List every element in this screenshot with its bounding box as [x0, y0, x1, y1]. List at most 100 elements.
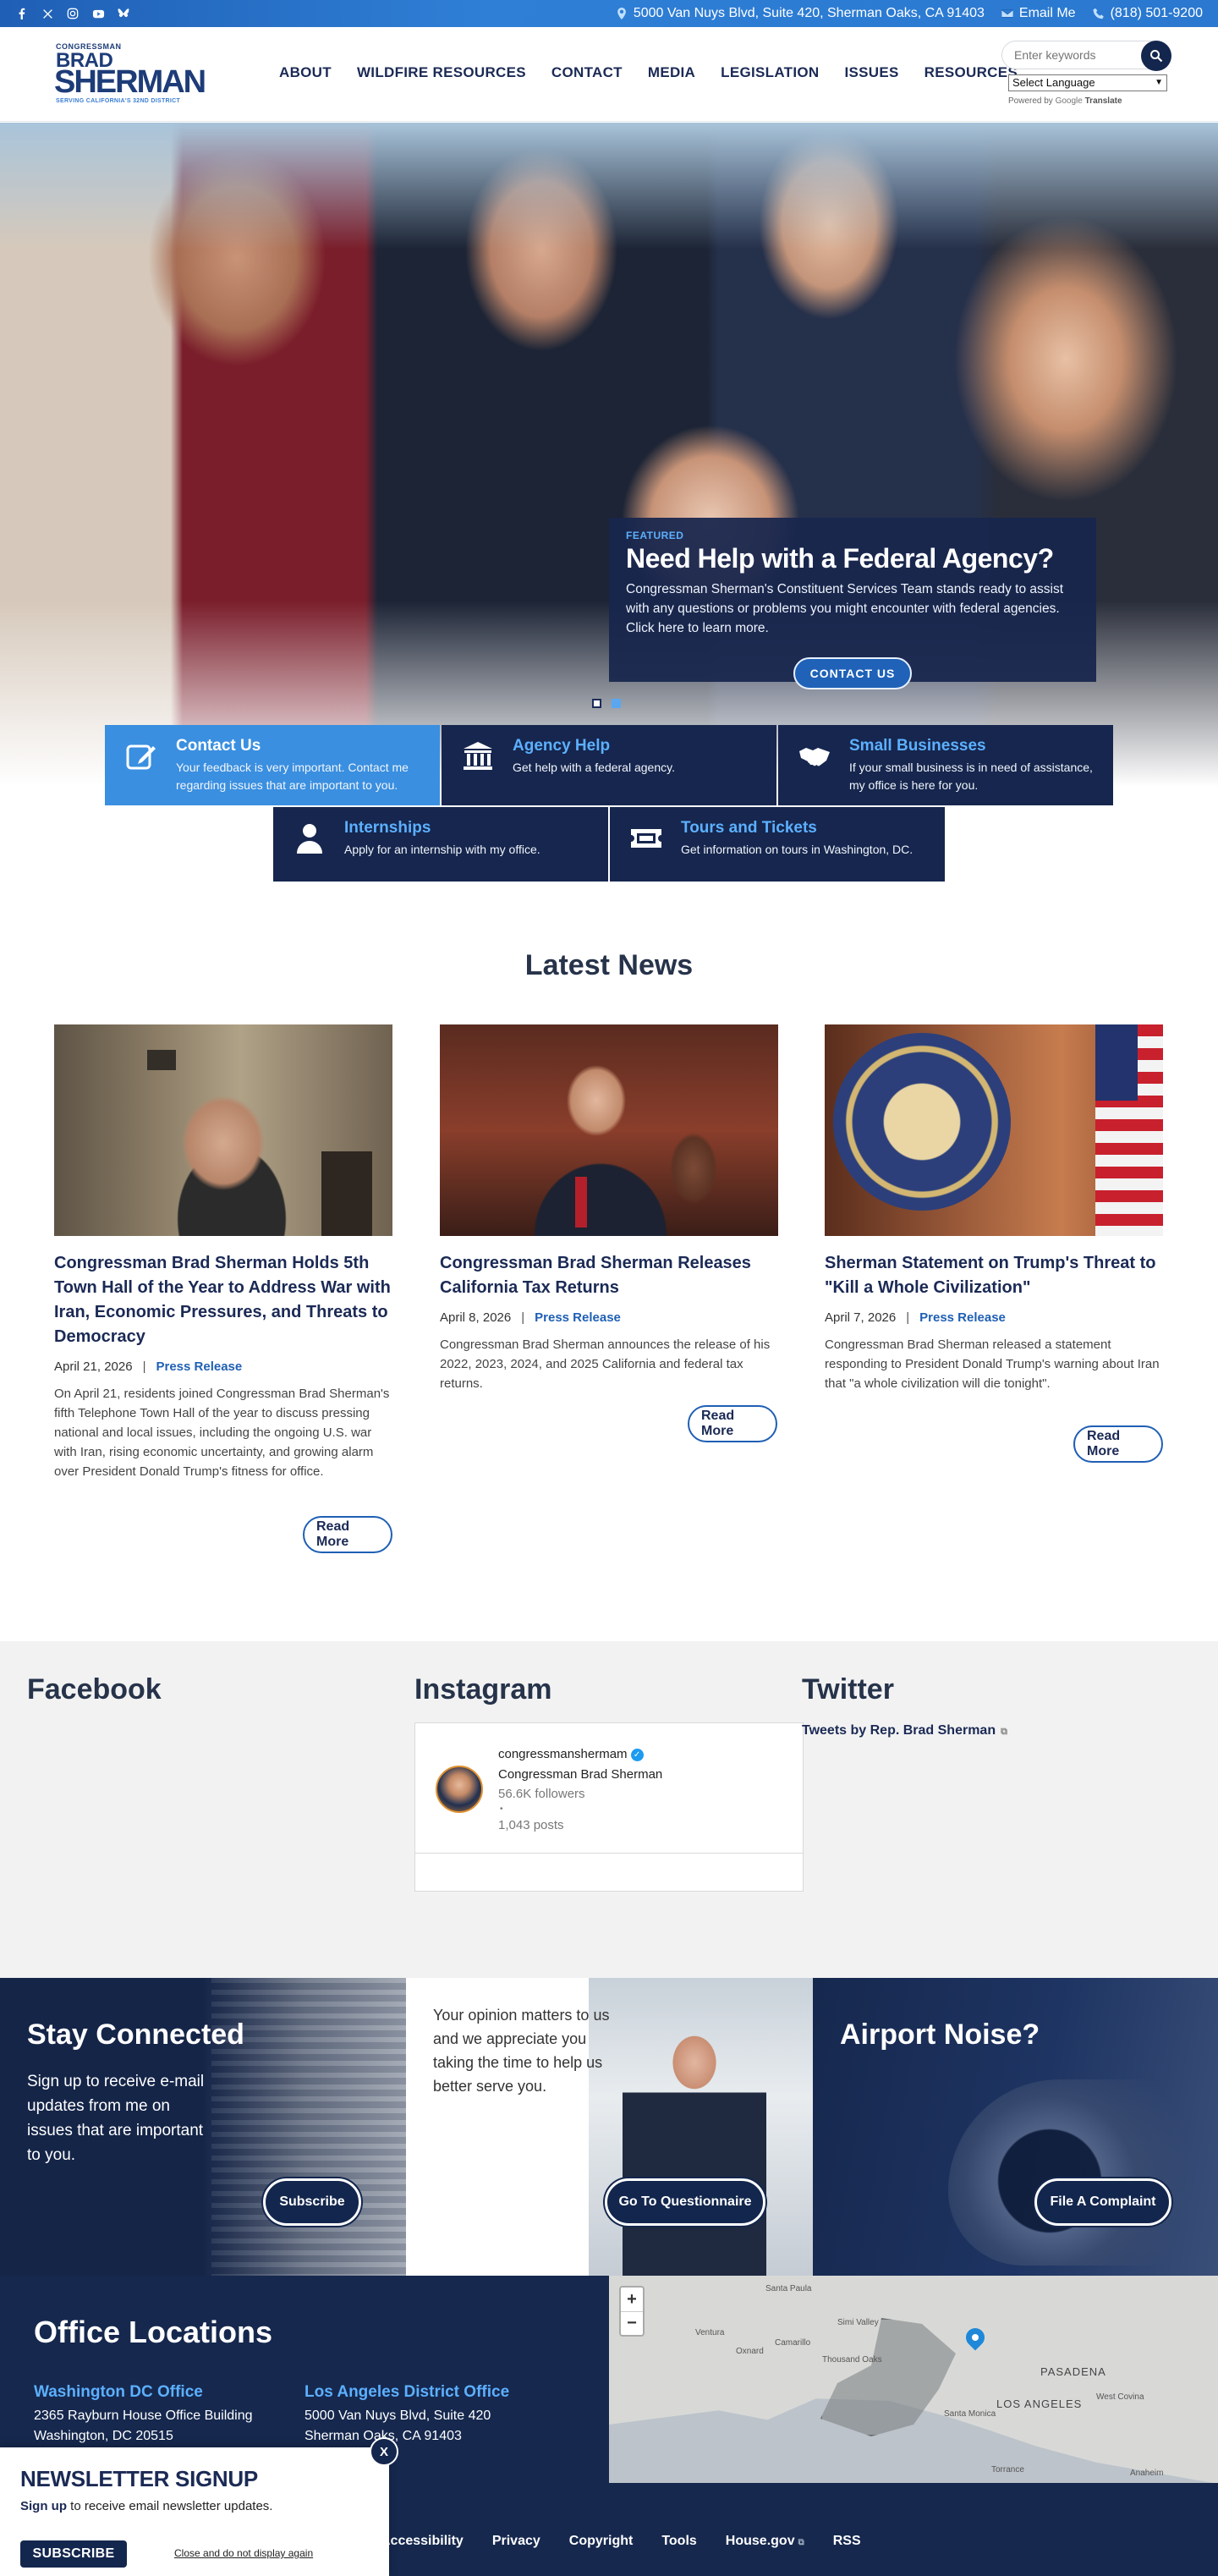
- building-icon: [458, 737, 497, 776]
- close-popup-button[interactable]: X: [370, 2437, 398, 2466]
- hero-slider: [0, 123, 1218, 787]
- read-more-button-3[interactable]: Read More: [1073, 1425, 1163, 1463]
- read-more-button-1[interactable]: Read More: [303, 1516, 392, 1553]
- newsletter-subscribe-button[interactable]: SUBSCRIBE: [20, 2540, 127, 2568]
- stay-connected-promo: Stay Connected Sign up to receive e-mail…: [0, 1978, 406, 2276]
- newsletter-text: Sign up to receive email newsletter upda…: [20, 2499, 369, 2513]
- site-logo[interactable]: CONGRESSMAN BRAD SHERMAN SERVING CALIFOR…: [54, 42, 206, 104]
- dc-office: Washington DC Office 2365 Rayburn House …: [34, 2382, 253, 2447]
- top-bar: 5000 Van Nuys Blvd, Suite 420, Sherman O…: [0, 0, 1218, 27]
- quick-link-small-businesses[interactable]: Small Businesses If your small business …: [778, 725, 1113, 805]
- phone-link[interactable]: (818) 501-9200: [1093, 6, 1203, 21]
- instagram-profile[interactable]: congressmanshermam ✓ Congressman Brad She…: [415, 1723, 803, 1854]
- x-icon[interactable]: [41, 7, 54, 20]
- bluesky-icon[interactable]: [117, 7, 130, 20]
- news-type-link[interactable]: Press Release: [535, 1310, 621, 1325]
- address-link[interactable]: 5000 Van Nuys Blvd, Suite 420, Sherman O…: [616, 6, 985, 21]
- nav-about[interactable]: ABOUT: [279, 64, 332, 81]
- email-link[interactable]: Email Me: [1001, 6, 1076, 21]
- footer-link-house-gov[interactable]: House.gov ⧉: [726, 2534, 804, 2549]
- nav-media[interactable]: MEDIA: [648, 64, 695, 81]
- quick-link-text: Apply for an internship with my office.: [344, 843, 540, 856]
- zoom-in-button[interactable]: +: [621, 2288, 643, 2311]
- la-office-name[interactable]: Los Angeles District Office: [304, 2382, 509, 2403]
- featured-text: Congressman Sherman's Constituent Servic…: [626, 582, 1063, 635]
- subscribe-button[interactable]: Subscribe: [263, 2178, 361, 2226]
- tweets-link[interactable]: Tweets by Rep. Brad Sherman ⧉: [802, 1723, 1007, 1738]
- photo-frame-icon: [147, 1050, 176, 1070]
- youtube-icon[interactable]: [91, 7, 105, 20]
- zoom-out-button[interactable]: −: [621, 2311, 643, 2335]
- facebook-icon[interactable]: [15, 7, 29, 20]
- office-map[interactable]: Santa Paula Simi Valley Ventura Camarill…: [609, 2276, 1218, 2483]
- news-type-link[interactable]: Press Release: [156, 1359, 242, 1374]
- map-label: Santa Paula: [765, 2284, 812, 2293]
- quick-link-tours-and-tickets[interactable]: Tours and Tickets Get information on tou…: [610, 807, 945, 882]
- slide-dot-2[interactable]: [612, 699, 621, 708]
- quick-link-text: Get help with a federal agency.: [513, 761, 675, 774]
- news-title[interactable]: Congressman Brad Sherman Releases Califo…: [440, 1251, 778, 1300]
- edit-icon: [122, 737, 161, 776]
- news-image-tax-returns[interactable]: [440, 1024, 778, 1236]
- nav-wildfire-resources[interactable]: WILDFIRE RESOURCES: [357, 64, 526, 81]
- instagram-icon[interactable]: [66, 7, 80, 20]
- external-link-icon: ⧉: [1001, 1727, 1007, 1737]
- quick-link-agency-help[interactable]: Agency Help Get help with a federal agen…: [442, 725, 776, 805]
- footer-link-tools[interactable]: Tools: [661, 2534, 696, 2549]
- go-to-questionnaire-button[interactable]: Go To Questionnaire: [605, 2178, 765, 2226]
- contact-us-button[interactable]: CONTACT US: [793, 657, 912, 689]
- nav-issues[interactable]: ISSUES: [844, 64, 898, 81]
- slide-dot-1[interactable]: [592, 699, 601, 708]
- chair-shape: [321, 1151, 372, 1236]
- news-card: Sherman Statement on Trump's Threat to "…: [825, 1024, 1163, 1393]
- footer-link-accessibility[interactable]: Accessibility: [381, 2534, 464, 2549]
- news-type-link[interactable]: Press Release: [919, 1310, 1006, 1325]
- news-image-town-hall[interactable]: [54, 1024, 392, 1236]
- main-nav: ABOUT WILDFIRE RESOURCES CONTACT MEDIA L…: [279, 64, 1018, 81]
- news-image-house-seal[interactable]: [825, 1024, 1163, 1236]
- instagram-handle-text: congressmanshermam: [498, 1747, 628, 1761]
- file-complaint-button[interactable]: File A Complaint: [1034, 2178, 1171, 2226]
- email-text: Email Me: [1018, 6, 1076, 20]
- quick-link-contact-us[interactable]: Contact Us Your feedback is very importa…: [105, 725, 440, 805]
- map-label: Thousand Oaks: [822, 2355, 882, 2365]
- translate-link[interactable]: Translate: [1085, 96, 1122, 106]
- instagram-posts: 1,043 posts: [498, 1818, 564, 1832]
- news-title[interactable]: Sherman Statement on Trump's Threat to "…: [825, 1251, 1163, 1300]
- search-box: [1001, 41, 1171, 71]
- footer-link-privacy[interactable]: Privacy: [492, 2534, 540, 2549]
- footer-link-copyright[interactable]: Copyright: [569, 2534, 634, 2549]
- nav-contact[interactable]: CONTACT: [551, 64, 623, 81]
- handshake-icon: [795, 737, 834, 776]
- news-meta: April 8, 2026 | Press Release: [440, 1310, 778, 1325]
- dismiss-popup-link[interactable]: Close and do not display again: [174, 2547, 313, 2559]
- tweets-link-text: Tweets by Rep. Brad Sherman: [802, 1723, 996, 1738]
- read-more-button-2[interactable]: Read More: [688, 1405, 777, 1442]
- newsletter-rest: to receive email newsletter updates.: [67, 2499, 273, 2513]
- footer-link-rss[interactable]: RSS: [833, 2534, 861, 2549]
- facebook-heading: Facebook: [27, 1673, 162, 1705]
- instagram-name: Congressman Brad Sherman: [498, 1767, 663, 1782]
- stay-connected-text: Sign up to receive e-mail updates from m…: [27, 2073, 205, 2164]
- map-label: Santa Monica: [944, 2409, 996, 2419]
- map-label: West Covina: [1096, 2392, 1144, 2402]
- ticket-icon: [627, 819, 666, 858]
- featured-title[interactable]: Need Help with a Federal Agency?: [626, 543, 1079, 574]
- dc-office-name[interactable]: Washington DC Office: [34, 2382, 253, 2403]
- house-seal-icon: [833, 1033, 1011, 1211]
- map-pin-icon[interactable]: [962, 2324, 989, 2351]
- slider-dots: [592, 699, 621, 708]
- map-label: Anaheim: [1130, 2469, 1164, 2478]
- quick-link-title: Contact Us: [176, 737, 261, 755]
- instagram-bullet: •: [500, 1804, 503, 1814]
- twitter-heading: Twitter: [802, 1673, 894, 1705]
- nav-legislation[interactable]: LEGISLATION: [721, 64, 819, 81]
- language-select[interactable]: Select Language ▼: [1008, 74, 1167, 91]
- google-text: Google: [1055, 96, 1083, 106]
- dc-office-line1: 2365 Rayburn House Office Building: [34, 2408, 253, 2423]
- quick-link-internships[interactable]: Internships Apply for an internship with…: [273, 807, 608, 882]
- news-title[interactable]: Congressman Brad Sherman Holds 5th Town …: [54, 1251, 392, 1349]
- search-button[interactable]: [1141, 41, 1171, 71]
- instagram-handle[interactable]: congressmanshermam ✓: [498, 1747, 644, 1761]
- search-input[interactable]: [1002, 41, 1129, 69]
